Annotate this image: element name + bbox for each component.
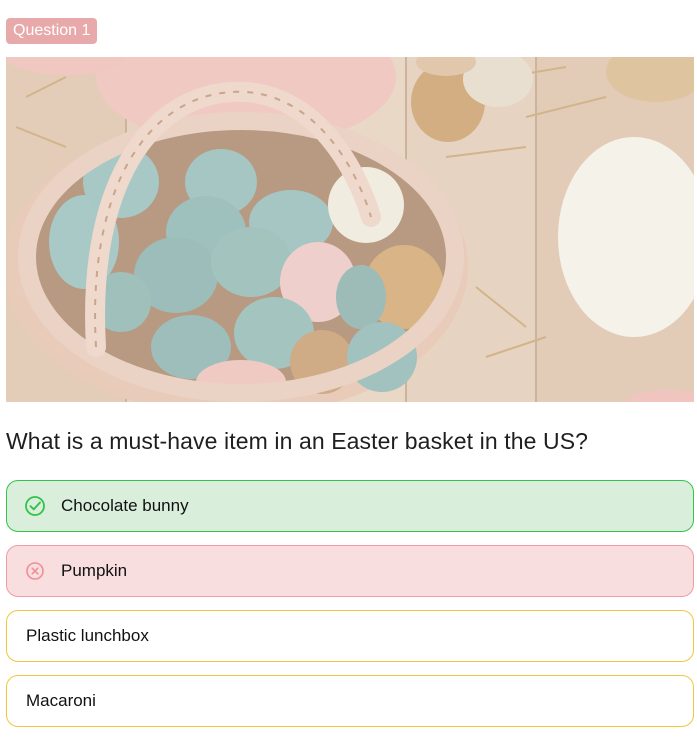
answer-option-pumpkin[interactable]: Pumpkin <box>6 545 694 597</box>
answer-option-chocolate-bunny[interactable]: Chocolate bunny <box>6 480 694 532</box>
answer-option-macaroni[interactable]: Macaroni <box>6 675 694 727</box>
question-text: What is a must-have item in an Easter ba… <box>6 428 589 454</box>
answer-option-label: Macaroni <box>26 691 96 710</box>
x-circle-icon <box>24 560 46 582</box>
question-number-badge: Question 1 <box>6 18 98 44</box>
answer-options: Chocolate bunny Pumpkin Plastic lunchbox… <box>6 480 694 740</box>
answer-option-label: Pumpkin <box>61 561 128 580</box>
easter-basket-illustration <box>6 57 694 402</box>
answer-option-plastic-lunchbox[interactable]: Plastic lunchbox <box>6 610 694 662</box>
check-circle-icon <box>24 495 46 517</box>
answer-option-label: Chocolate bunny <box>61 496 189 515</box>
easter-eggs-basket-image <box>6 57 694 402</box>
answer-option-label: Plastic lunchbox <box>26 626 149 645</box>
